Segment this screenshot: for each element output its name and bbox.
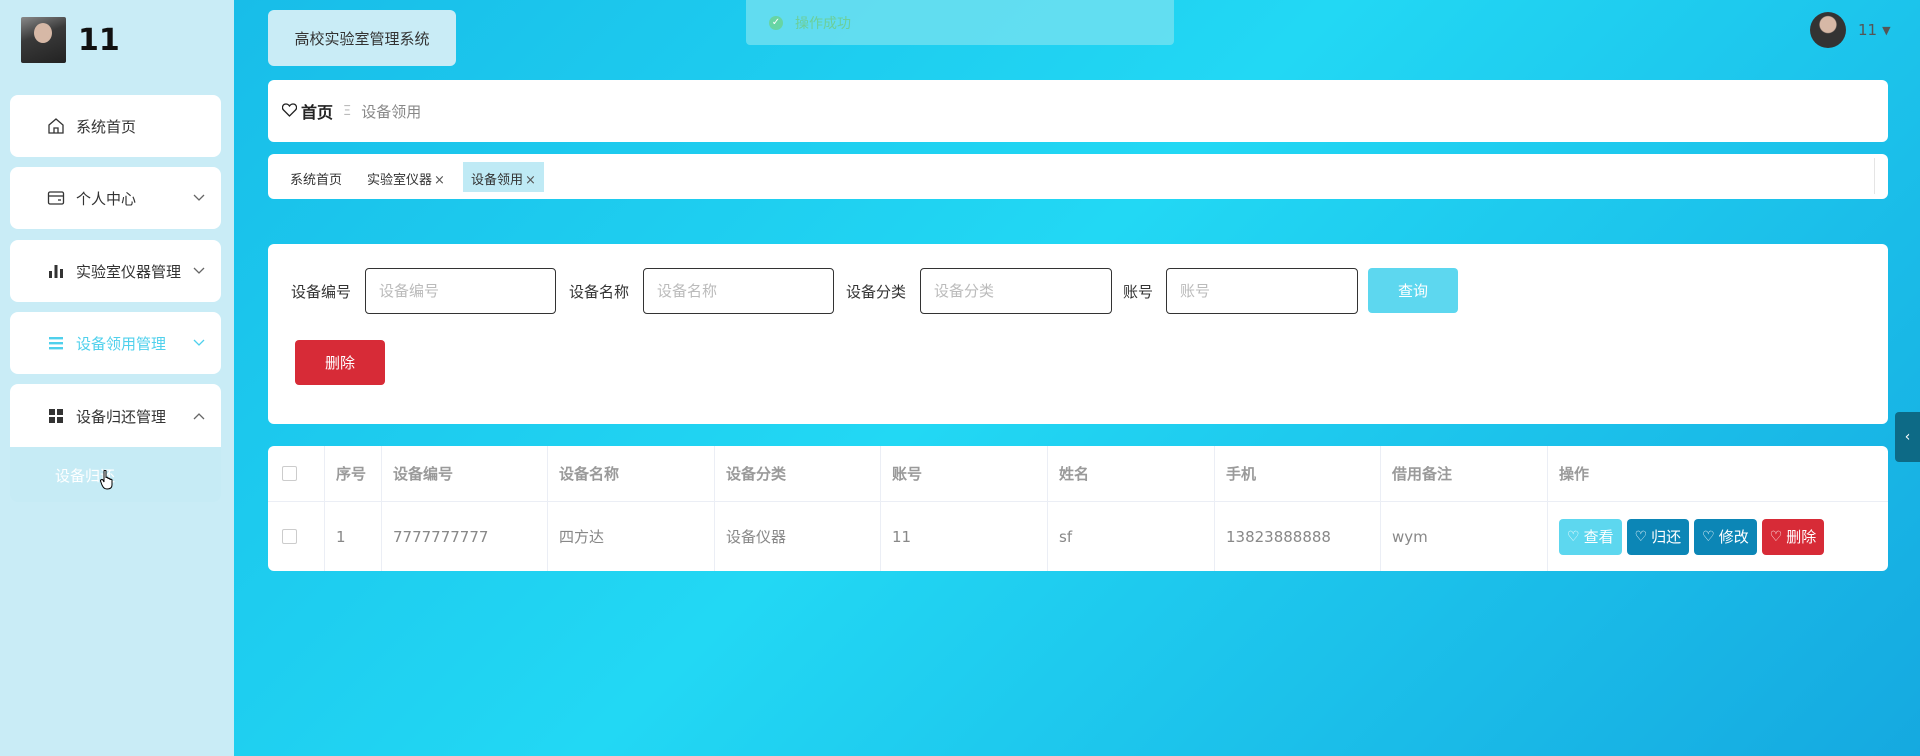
submenu-item-equipment-return[interactable]: 设备归还 (10, 447, 221, 502)
home-icon (46, 116, 66, 136)
chevron-up-icon (193, 409, 205, 423)
batch-delete-button[interactable]: 删除 (295, 340, 385, 385)
data-table: 序号 设备编号 设备名称 设备分类 账号 姓名 手机 借用备注 操作 1 777… (268, 446, 1888, 571)
avatar (21, 17, 66, 63)
view-button-label: 查看 (1583, 528, 1614, 546)
sidebar-item-label: 设备领用管理 (76, 334, 167, 353)
chevron-down-icon (193, 191, 205, 205)
close-icon[interactable]: × (434, 173, 445, 188)
sidebar-item-label: 系统首页 (76, 117, 137, 136)
system-title: 高校实验室管理系统 (268, 10, 456, 66)
column-header: 借用备注 (1381, 446, 1548, 501)
tab-bar: 系统首页 实验室仪器 × 设备领用 × (268, 154, 1888, 199)
brand: 11 (21, 17, 120, 63)
heart-icon: ♡ (1769, 528, 1783, 545)
breadcrumb-home[interactable]: 首页 (301, 99, 333, 123)
success-toast: ✓ 操作成功 (746, 0, 1174, 45)
close-icon[interactable]: × (525, 173, 536, 188)
hand-cursor-icon (100, 470, 113, 490)
row-select-cell (268, 502, 325, 571)
select-all-cell (268, 446, 325, 501)
tab-label: 系统首页 (290, 173, 343, 188)
field-label-account: 账号 (1123, 282, 1154, 301)
user-avatar (1810, 12, 1846, 48)
return-button-label: 归还 (1651, 528, 1682, 546)
sidebar-item-label: 个人中心 (76, 189, 137, 208)
query-button[interactable]: 查询 (1368, 268, 1458, 313)
list-icon (46, 333, 66, 353)
sidebar-item-home[interactable]: 系统首页 (10, 95, 221, 157)
field-label-equipment-category: 设备分类 (846, 282, 907, 301)
field-label-equipment-name: 设备名称 (569, 282, 630, 301)
column-header: 序号 (325, 446, 382, 501)
sidebar-item-personal-center[interactable]: 个人中心 (10, 167, 221, 229)
equipment-no-input[interactable] (365, 268, 556, 314)
equipment-category-input[interactable] (920, 268, 1112, 314)
search-panel: 设备编号 设备名称 设备分类 账号 查询 删除 (268, 244, 1888, 424)
field-label-equipment-no: 设备编号 (291, 282, 352, 301)
cell-account: 11 (881, 502, 1048, 571)
cell-name: sf (1048, 502, 1215, 571)
brand-name: 11 (78, 22, 120, 58)
delete-button[interactable]: ♡ 删除 (1761, 518, 1825, 555)
select-all-checkbox[interactable] (282, 466, 297, 481)
column-header: 设备编号 (382, 446, 548, 501)
heart-icon: ♡ (1702, 528, 1715, 545)
cell-equipment-category: 设备仪器 (715, 502, 881, 571)
sidebar: 11 系统首页 个人中心 实验室仪器管理 设备领用管理 设备归还管理 设备归还 (0, 0, 234, 756)
chevron-down-icon (193, 264, 205, 278)
row-checkbox[interactable] (282, 529, 297, 544)
check-circle-icon: ✓ (769, 15, 783, 30)
cell-equipment-no: 7777777777 (382, 502, 548, 571)
table-row: 1 7777777777 四方达 设备仪器 11 sf 13823888888 … (268, 502, 1888, 571)
equipment-name-input[interactable] (643, 268, 834, 314)
row-actions: ♡ 查看 ♡ 归还 ♡ 修改 ♡ 删除 (1548, 502, 1888, 571)
divider (1874, 158, 1875, 194)
heart-icon (281, 102, 298, 121)
bar-chart-icon (46, 261, 66, 281)
tab-lab-instrument[interactable]: 实验室仪器 × (359, 162, 453, 192)
heart-icon: ♡ (1567, 528, 1580, 545)
table-header: 序号 设备编号 设备名称 设备分类 账号 姓名 手机 借用备注 操作 (268, 446, 1888, 502)
tab-label: 实验室仪器 (367, 173, 433, 188)
cell-equipment-name: 四方达 (548, 502, 715, 571)
toast-message: 操作成功 (795, 15, 851, 32)
sidebar-item-label: 设备归还管理 (76, 407, 167, 426)
cell-index: 1 (325, 502, 382, 571)
cell-phone: 13823888888 (1215, 502, 1381, 571)
sidebar-item-equipment-return-mgmt[interactable]: 设备归还管理 (10, 384, 221, 448)
column-header: 姓名 (1048, 446, 1215, 501)
cell-borrow-note: wym (1381, 502, 1548, 571)
chevron-down-icon (193, 336, 205, 350)
tab-label: 设备领用 (471, 173, 524, 188)
sidebar-item-lab-instrument-mgmt[interactable]: 实验室仪器管理 (10, 240, 221, 302)
column-header: 操作 (1559, 465, 1590, 483)
breadcrumb-separator: Ξ (343, 103, 352, 119)
column-header: 设备分类 (715, 446, 881, 501)
column-header: 账号 (881, 446, 1048, 501)
sidebar-item-label: 实验室仪器管理 (76, 262, 182, 281)
wallet-icon (46, 188, 66, 208)
user-menu[interactable]: 11 ▼ (1810, 12, 1891, 48)
heart-icon: ♡ (1634, 528, 1648, 545)
caret-down-icon: ▼ (1882, 23, 1891, 37)
edit-button[interactable]: ♡ 修改 (1694, 518, 1757, 555)
collapse-panel-toggle[interactable]: ‹ (1895, 412, 1920, 462)
account-input[interactable] (1166, 268, 1358, 314)
sidebar-item-equipment-borrow-mgmt[interactable]: 设备领用管理 (10, 312, 221, 374)
username: 11 (1858, 21, 1878, 39)
return-button[interactable]: ♡ 归还 (1626, 518, 1690, 555)
breadcrumb-current: 设备领用 (361, 102, 422, 121)
delete-button-label: 删除 (1786, 528, 1817, 546)
tab-home[interactable]: 系统首页 (282, 162, 350, 192)
breadcrumb: 首页 Ξ 设备领用 (268, 80, 1888, 142)
grid-icon (46, 406, 66, 426)
column-header: 手机 (1215, 446, 1381, 501)
column-header: 设备名称 (548, 446, 715, 501)
tab-equipment-borrow[interactable]: 设备领用 × (463, 162, 544, 192)
edit-button-label: 修改 (1718, 528, 1749, 546)
view-button[interactable]: ♡ 查看 (1559, 518, 1622, 555)
chevron-left-icon: ‹ (1904, 429, 1911, 445)
